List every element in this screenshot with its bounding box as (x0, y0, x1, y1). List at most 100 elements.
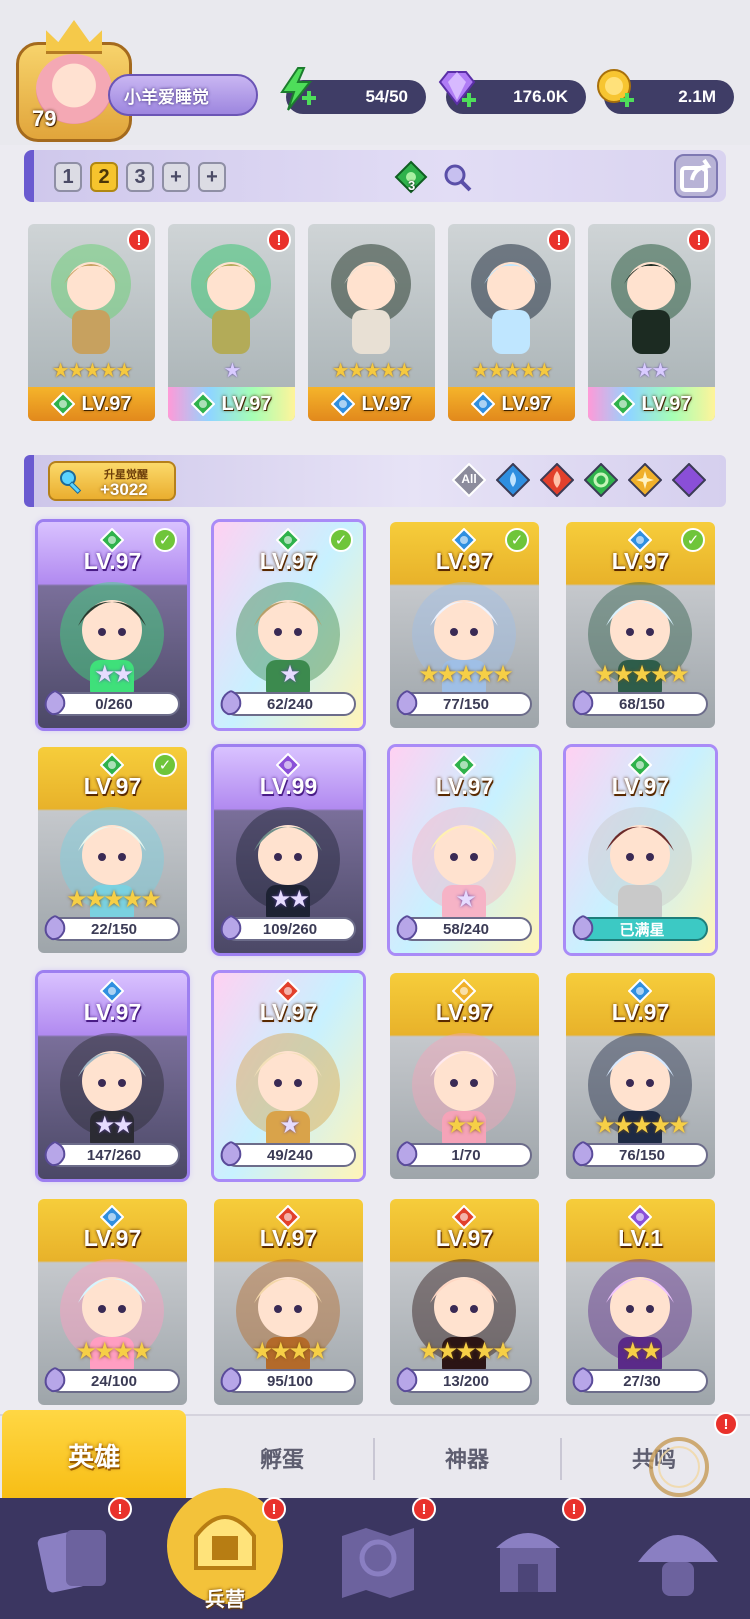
team-tab-2[interactable]: 2 (90, 162, 118, 192)
add-team-button[interactable]: + (162, 162, 190, 192)
hero-card[interactable]: LV.97 ★ 58/240 (390, 747, 539, 953)
hero-card[interactable]: LV.97 ✓ ★★★★★ 77/150 (390, 522, 539, 728)
gold-value: 2.1M (678, 87, 716, 106)
hero-level: LV.97 (81, 392, 132, 415)
hero-card[interactable]: LV.97 ★★★★ 95/100 (214, 1199, 363, 1405)
shard-icon (220, 690, 242, 716)
in-team-check-icon: ✓ (329, 528, 353, 552)
hero-card[interactable]: LV.97 ★ 49/240 (214, 973, 363, 1179)
hero-card[interactable]: LV.97 ✓ ★★★★★ 22/150 (38, 747, 187, 953)
gold-counter[interactable]: 2.1M (597, 69, 734, 114)
cards-nav-icon[interactable] (28, 1512, 124, 1608)
in-team-check-icon: ✓ (505, 528, 529, 552)
hero-level: LV.97 (611, 999, 670, 1025)
team-tab-3[interactable]: 3 (126, 162, 154, 192)
team-hero-card[interactable]: ★★ LV.97 ! (588, 224, 715, 421)
hero-stars: ★★★★★ (594, 1111, 690, 1139)
player-name-pill[interactable]: 小羊爱睡觉 (108, 74, 258, 116)
team-hero-card[interactable]: ★★★★★ LV.97 ! (28, 224, 155, 421)
map-alert-badge: ! (412, 1497, 436, 1521)
sub-tab-bar: 英雄 孵蛋 神器 共鸣 ! (0, 1410, 750, 1500)
hero-stars: ★★★★★ (331, 358, 414, 382)
hero-stars: ★★ (269, 885, 310, 913)
hero-card[interactable]: LV.97 ★★ 1/70 (390, 973, 539, 1179)
shard-icon (572, 690, 594, 716)
barracks-nav-label: 兵营 (205, 1587, 245, 1611)
awaken-value: +3022 (100, 480, 148, 499)
in-team-check-icon: ✓ (153, 528, 177, 552)
shard-icon (396, 915, 418, 941)
awaken-button[interactable]: 升星觉醒 +3022 (48, 461, 176, 501)
blue-element-icon (471, 392, 496, 416)
team-hero-card[interactable]: ★★★★★ LV.97 ! (448, 224, 575, 421)
dark-filter-icon[interactable] (672, 463, 706, 497)
hero-level-bar: LV.97 (28, 387, 155, 421)
hero-stars: ★★ (93, 1111, 134, 1139)
map-nav-icon[interactable] (330, 1512, 426, 1608)
hero-alert-badge: ! (267, 228, 291, 252)
hero-stars: ★★★★★ (66, 885, 162, 913)
hero-stars: ★★★★★ (418, 1337, 514, 1365)
temple-alert-badge: ! (562, 1497, 586, 1521)
hero-card[interactable]: LV.97 ★★★★ 24/100 (38, 1199, 187, 1405)
hero-stars: ★★ (635, 358, 670, 382)
hero-card[interactable]: LV.97 ★★ 147/260 (38, 973, 187, 1179)
filter-all-label: All (461, 472, 477, 486)
water-filter-icon[interactable] (496, 463, 530, 497)
shard-icon (572, 915, 594, 941)
fire-filter-icon[interactable] (540, 463, 574, 497)
hero-stars: ★ (279, 660, 301, 688)
nature-filter-icon[interactable] (584, 463, 618, 497)
mushroom-nav-icon[interactable] (630, 1512, 726, 1608)
team-hero-card[interactable]: ★★★★★ LV.97 (308, 224, 435, 421)
team-hero-card[interactable]: ★ LV.97 ! (168, 224, 295, 421)
team-element-badge[interactable]: 3 (394, 160, 428, 194)
gem-counter[interactable]: 176.0K (438, 71, 586, 114)
hero-card[interactable]: LV.97 已满星 (566, 747, 715, 953)
energy-value: 54/50 (365, 87, 408, 106)
hero-card[interactable]: LV.97 ✓ ★ 62/240 (214, 522, 363, 728)
hero-level: LV.97 (501, 392, 552, 415)
hero-stars: ★★ (93, 660, 134, 688)
hero-level: LV.97 (435, 1225, 494, 1251)
in-team-check-icon: ✓ (153, 753, 177, 777)
hero-level: LV.97 (611, 773, 670, 799)
hero-stars: ★★ (445, 1111, 486, 1139)
hero-stars: ★★★★★ (471, 358, 554, 382)
tab-artifacts[interactable]: 神器 (375, 1416, 559, 1500)
light-filter-icon[interactable] (628, 463, 662, 497)
hero-alert-badge: ! (547, 228, 571, 252)
hero-card[interactable]: LV.97 ✓ ★★ 0/260 (38, 522, 187, 728)
hero-level: LV.97 (83, 1225, 142, 1251)
hero-level: LV.99 (259, 773, 318, 799)
hero-stars: ★★★★ (251, 1337, 328, 1365)
hero-level: LV.97 (435, 999, 494, 1025)
in-team-check-icon: ✓ (681, 528, 705, 552)
team-tab-1[interactable]: 1 (54, 162, 82, 192)
shard-icon (220, 1367, 242, 1393)
hero-level: LV.97 (221, 392, 272, 415)
hero-level: LV.97 (435, 773, 494, 799)
hero-card[interactable]: LV.1 ★★ 27/30 (566, 1199, 715, 1405)
shard-icon (396, 1141, 418, 1167)
hero-card[interactable]: LV.97 ✓ ★★★★★ 68/150 (566, 522, 715, 728)
team-preset-bar: 1 2 3 + + 3 (24, 150, 726, 202)
hero-stars: ★★★★★ (418, 660, 514, 688)
hero-level: LV.97 (259, 548, 318, 574)
hero-card[interactable]: LV.97 ★★★★★ 76/150 (566, 973, 715, 1179)
hero-stars: ★ (455, 885, 477, 913)
temple-nav-icon[interactable] (480, 1512, 576, 1608)
resonance-ring-icon[interactable] (644, 1432, 714, 1502)
share-button[interactable] (674, 154, 718, 198)
filter-all-button[interactable]: All (451, 462, 487, 498)
add-team-button-2[interactable]: + (198, 162, 226, 192)
shard-icon (396, 1367, 418, 1393)
energy-counter[interactable]: 54/50 (280, 67, 426, 114)
hero-level: LV.97 (83, 773, 142, 799)
green-element-icon (611, 392, 636, 416)
magnifier-icon[interactable] (442, 162, 472, 192)
tab-heroes[interactable]: 英雄 (2, 1410, 186, 1500)
hero-stars: ★★★★ (75, 1337, 152, 1365)
hero-card[interactable]: LV.99 ★★ 109/260 (214, 747, 363, 953)
hero-card[interactable]: LV.97 ★★★★★ 13/200 (390, 1199, 539, 1405)
